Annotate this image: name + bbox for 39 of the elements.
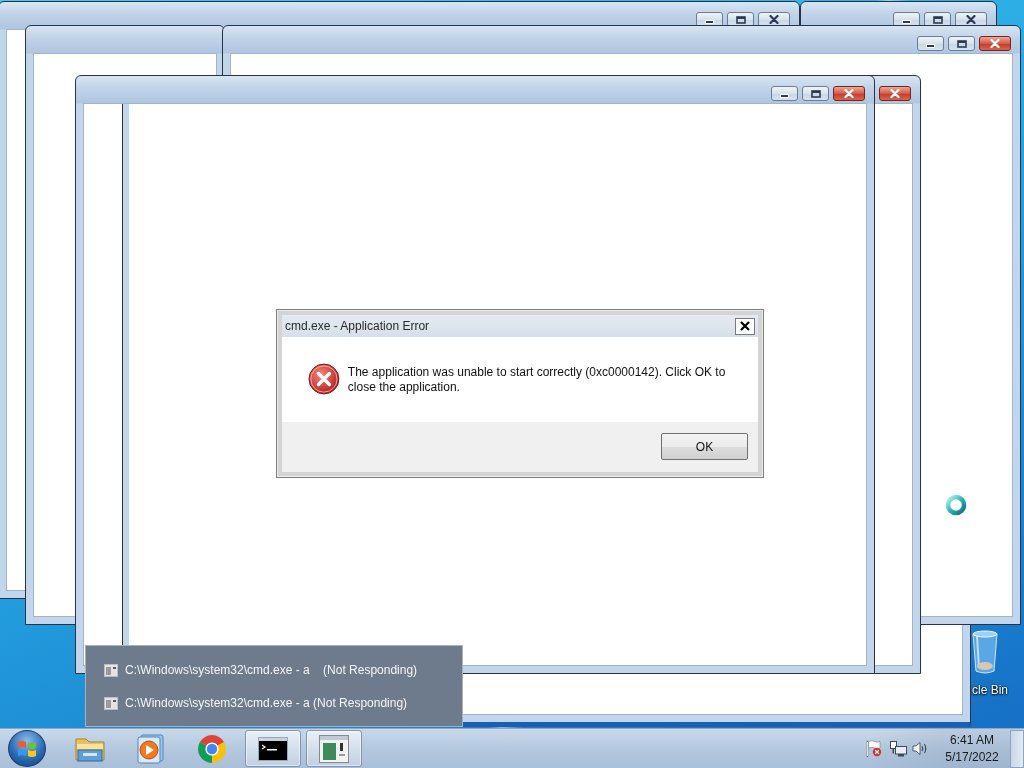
close-button[interactable]: [879, 86, 911, 101]
logo-icon: [17, 739, 37, 758]
play-icon: [137, 733, 165, 764]
close-button[interactable]: [979, 36, 1011, 51]
close-icon: [844, 89, 854, 98]
speaker-icon: [912, 741, 928, 756]
terminal-icon: [258, 736, 288, 761]
dialog-button[interactable]: OK: [661, 433, 748, 460]
maximize-button[interactable]: [948, 36, 975, 51]
taskbar-button[interactable]: [245, 730, 301, 767]
dialog-title: cmd.exe - Application Error: [285, 319, 430, 333]
close-button[interactable]: [735, 317, 755, 335]
error-icon: [308, 363, 340, 395]
clock-time[interactable]: 6:41 AM: [950, 733, 994, 747]
window-list-item[interactable]: C:\Windows\system32\cmd.exe - a (Not Responding): [100, 687, 412, 719]
close-icon: [890, 89, 900, 98]
busy-cursor-icon: [945, 494, 967, 516]
trash-bin-icon: [972, 630, 998, 675]
maximize-button[interactable]: [802, 86, 829, 101]
window-list-item[interactable]: C:\Windows\system32\cmd.exe - a (Not Responding): [100, 654, 422, 686]
start-button[interactable]: [8, 730, 46, 767]
window-icon: [104, 696, 118, 710]
network-icon: [890, 740, 907, 757]
desktop-icon-label[interactable]: cle Bin: [972, 683, 1009, 697]
minimize-button[interactable]: [771, 86, 798, 101]
minimize-icon: [926, 44, 935, 48]
clock-date[interactable]: 5/17/2022: [945, 750, 999, 764]
maximize-icon: [956, 39, 967, 48]
maximize-icon: [810, 89, 821, 98]
window-icon: [319, 734, 349, 763]
minimize-icon: [780, 94, 789, 98]
close-icon: [990, 39, 1000, 48]
window-icon: [104, 663, 118, 677]
minimize-button[interactable]: [917, 36, 944, 51]
error-message: The application was unable to start correctly (0xc0000142). Click OK to close the application.: [347, 365, 727, 395]
close-button[interactable]: [833, 86, 865, 101]
close-icon: [740, 321, 750, 331]
flag-error-icon: [866, 740, 882, 757]
round-logo-icon: [196, 732, 228, 765]
